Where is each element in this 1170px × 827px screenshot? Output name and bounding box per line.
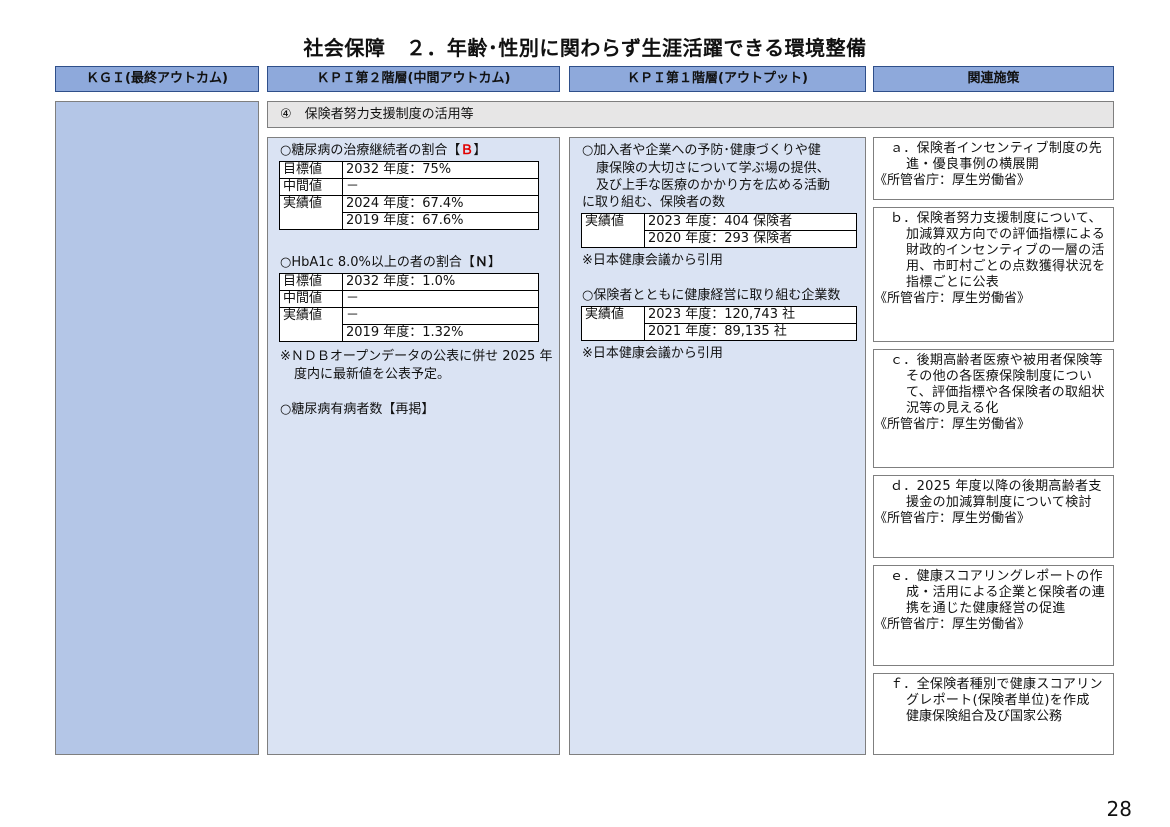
table-row: 実績値 2024 年度：67.4% [279, 195, 539, 213]
kpi1-item2-title: ○保険者とともに健康経営に取り組む企業数 [582, 288, 841, 303]
measure-e: ｅ．健康スコアリングレポートの作成・活用による企業と保険者の連携を通じた健康経営… [873, 565, 1114, 666]
table-row: 2021 年度：89,135 社 [581, 323, 857, 341]
kpi1-item2-table: 実績値 2023 年度：120,743 社 2021 年度：89,135 社 [581, 306, 857, 341]
kpi1-item2-note: ※日本健康会議から引用 [582, 346, 723, 361]
kpi1-item1-line1: ○加入者や企業への予防･健康づくりや健 [582, 143, 821, 158]
header-kpi2: ＫＰＩ第２階層(中間アウトカム) [267, 66, 560, 92]
table-row: 2019 年度：67.6% [279, 212, 539, 230]
kpi1-item1-line2: 康保険の大切さについて学ぶ場の提供、 [596, 161, 830, 176]
kpi2-item2-table: 目標値 2032 年度：1.0% 中間値－ 実績値－ 2019 年度：1.32% [279, 273, 539, 342]
kgi-column [55, 101, 259, 755]
grade-badge: Ｂ [460, 143, 474, 158]
header-kgi: ＫＧＩ(最終アウトカム) [55, 66, 259, 92]
header-kpi1: ＫＰＩ第１階層(アウトプット) [569, 66, 866, 92]
page-title: 社会保障 ２．年齢･性別に関わらず生涯活躍できる環境整備 [303, 36, 867, 60]
kpi2-item1-title: ○糖尿病の治療継続者の割合【Ｂ】 [280, 143, 487, 158]
table-row: 2019 年度：1.32% [279, 324, 539, 342]
kpi2-note-line1: ※ＮＤＢオープンデータの公表に併せ 2025 年 [280, 349, 553, 364]
kpi2-note-line2: 度内に最新値を公表予定。 [294, 367, 451, 382]
grade-badge: Ｎ [474, 255, 488, 270]
measure-d: ｄ．2025 年度以降の後期高齢者支援金の加減算制度について検討 《所管省庁：厚… [873, 475, 1114, 558]
kpi2-item3-title: ○糖尿病有病者数【再掲】 [280, 402, 435, 417]
table-row: 目標値 2032 年度：75% [279, 161, 539, 179]
kpi1-item1-line3: 及び上手な医療のかかり方を広める活動 [596, 178, 831, 193]
kpi1-item1-table: 実績値 2023 年度：404 保険者 2020 年度：293 保険者 [581, 213, 857, 248]
table-row: 中間値－ [279, 178, 539, 196]
measure-a: ａ．保険者インセンティブ制度の先進・優良事例の横展開 《所管省庁：厚生労働省》 [873, 137, 1114, 200]
kpi2-item2-title: ○HbA1c 8.0%以上の者の割合【Ｎ】 [280, 255, 501, 270]
kpi1-item1-note: ※日本健康会議から引用 [582, 253, 723, 268]
table-row: 目標値 2032 年度：1.0% [279, 273, 539, 291]
measure-f: ｆ．全保険者種別で健康スコアリングレポート(保険者単位)を作成 健康保険組合及び… [873, 673, 1114, 755]
table-row: 実績値 2023 年度：120,743 社 [581, 306, 857, 324]
section-bar: ④ 保険者努力支援制度の活用等 [267, 101, 1114, 128]
table-row: 実績値 2023 年度：404 保険者 [581, 213, 857, 231]
measure-b: ｂ．保険者努力支援制度について、加減算双方向での評価指標による財政的インセンティ… [873, 207, 1114, 342]
kpi2-item1-table: 目標値 2032 年度：75% 中間値－ 実績値 2024 年度：67.4% 201… [279, 161, 539, 230]
table-row: 2020 年度：293 保険者 [581, 230, 857, 248]
page-number: 28 [1106, 797, 1132, 821]
header-measures: 関連施策 [873, 66, 1114, 92]
kpi1-item1-line4: に取り組む、保険者の数 [582, 195, 726, 210]
table-row: 実績値－ [279, 307, 539, 325]
table-row: 中間値－ [279, 290, 539, 308]
measure-c: ｃ．後期高齢者医療や被用者保険等その他の各医療保険制度について、評価指標や各保険… [873, 349, 1114, 468]
